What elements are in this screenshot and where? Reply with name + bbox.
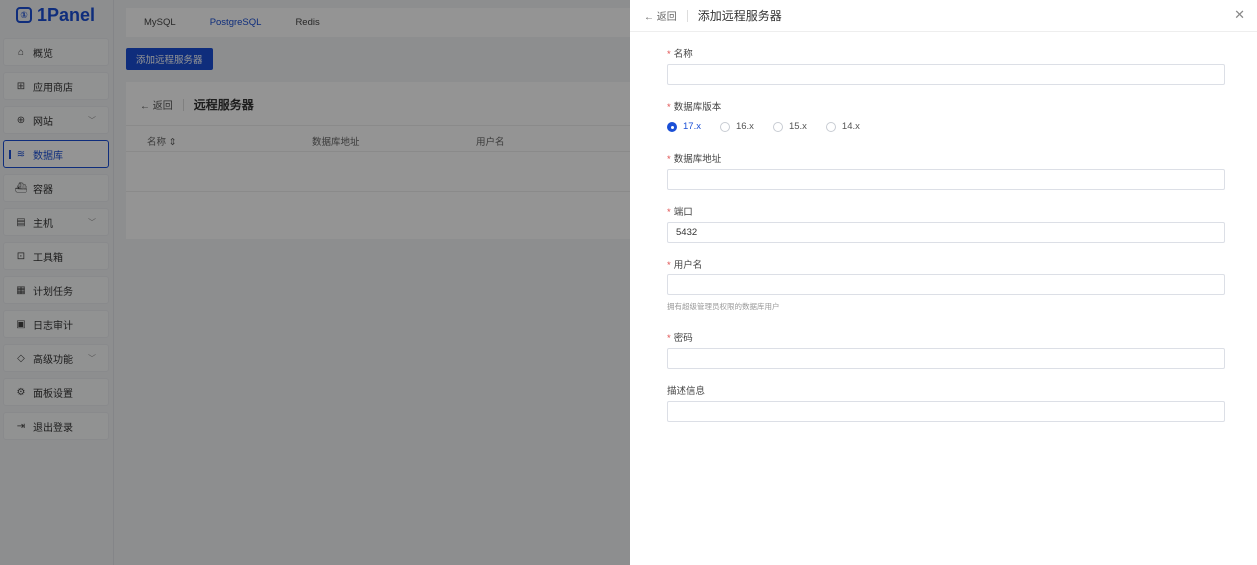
radio-label: 14.x: [841, 121, 860, 132]
username-label: * 用户名: [667, 257, 702, 271]
drawer-header: ← 返回 添加远程服务器 ✕: [630, 0, 1257, 32]
address-label: * 数据库地址: [667, 151, 721, 165]
version-label: * 数据库版本: [667, 99, 721, 113]
password-input[interactable]: [667, 348, 1225, 369]
username-hint: 拥有超级管理员权限的数据库用户: [667, 302, 780, 311]
password-label-text: 密码: [673, 333, 693, 344]
address-label-text: 数据库地址: [673, 154, 722, 165]
radio-unchecked-icon: [772, 121, 783, 132]
username-input[interactable]: [667, 274, 1225, 295]
address-input[interactable]: [667, 169, 1225, 190]
description-input[interactable]: [667, 401, 1225, 422]
required-mark: *: [667, 102, 671, 113]
radio-label: 16.x: [735, 121, 754, 132]
radio-unchecked-icon: [719, 121, 730, 132]
close-icon[interactable]: ✕: [1234, 7, 1245, 23]
required-mark: *: [667, 154, 671, 165]
version-radio-17[interactable]: 17.x: [667, 121, 701, 132]
password-label: * 密码: [667, 330, 693, 344]
port-label: * 端口: [667, 204, 693, 218]
add-remote-server-drawer: ← 返回 添加远程服务器 ✕ * 名称 * 数据库版本 17.x 16.x 15.x…: [630, 0, 1257, 565]
required-mark: *: [667, 333, 671, 344]
required-mark: *: [667, 207, 671, 218]
name-label-text: 名称: [673, 49, 693, 60]
port-label-text: 端口: [673, 207, 693, 218]
description-label: 描述信息: [667, 386, 706, 397]
divider: [686, 9, 688, 22]
radio-label: 17.x: [683, 121, 701, 132]
version-radio-14[interactable]: 14.x: [825, 121, 860, 132]
version-radio-16[interactable]: 16.x: [719, 121, 754, 132]
version-radio-group: 17.x 16.x 15.x 14.x: [667, 121, 879, 132]
version-label-text: 数据库版本: [673, 102, 722, 113]
name-label: * 名称: [667, 46, 693, 60]
radio-checked-icon: [667, 121, 677, 132]
port-input[interactable]: 5432: [667, 222, 1225, 243]
required-mark: *: [667, 49, 671, 60]
username-label-text: 用户名: [673, 260, 703, 271]
radio-label: 15.x: [788, 121, 807, 132]
modal-overlay[interactable]: [0, 0, 630, 565]
name-input[interactable]: [667, 64, 1225, 85]
radio-unchecked-icon: [825, 121, 836, 132]
drawer-title: 添加远程服务器: [697, 9, 782, 23]
required-mark: *: [667, 260, 671, 271]
version-radio-15[interactable]: 15.x: [772, 121, 807, 132]
drawer-back-link[interactable]: ← 返回: [644, 8, 677, 23]
